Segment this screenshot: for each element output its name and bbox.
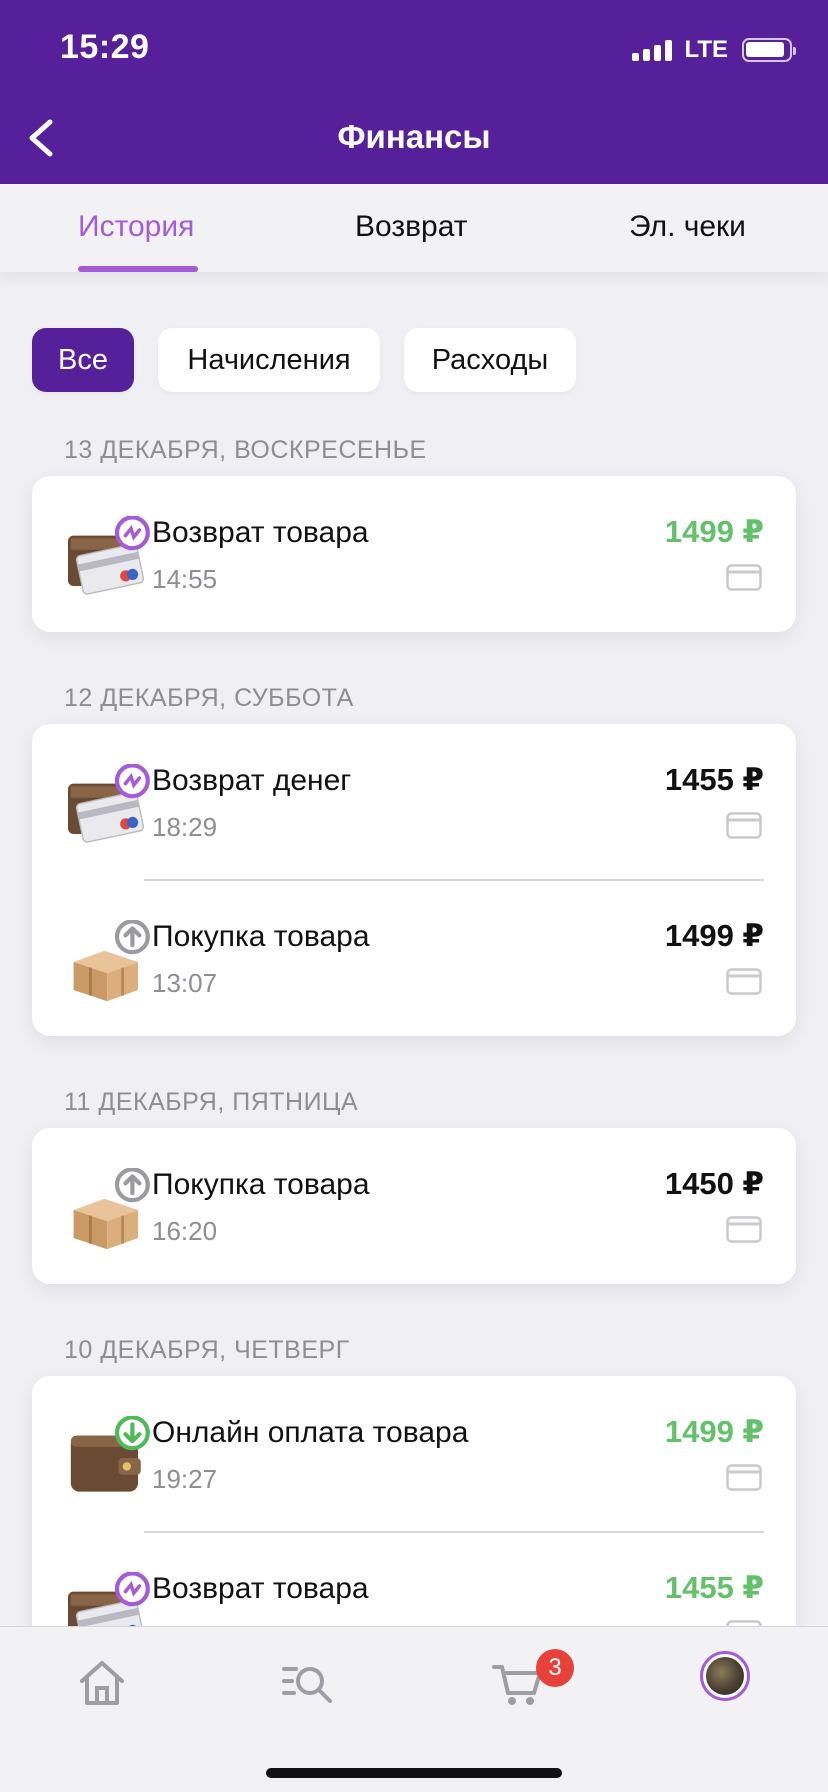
filter-all-chip[interactable]: Все xyxy=(32,328,134,392)
home-indicator xyxy=(266,1768,562,1778)
app-header: 15:29 LTE Финансы xyxy=(0,0,828,184)
signal-icon xyxy=(632,39,673,61)
transaction-time: 13:07 xyxy=(152,968,218,998)
purchase-box-icon xyxy=(68,920,152,1004)
tab-returns[interactable]: Возврат xyxy=(355,210,468,244)
date-header: 11 ДЕКАБРЯ, ПЯТНИЦА xyxy=(64,1088,359,1116)
payment-card-icon xyxy=(726,812,762,839)
tab-history[interactable]: История xyxy=(78,210,194,244)
transaction-time: 19:27 xyxy=(152,1464,218,1494)
wallet-icon xyxy=(68,1416,152,1500)
cart-badge: 3 xyxy=(536,1649,574,1687)
transaction-time: 16:20 xyxy=(152,1216,218,1246)
transaction-name: Возврат товара xyxy=(152,1572,369,1605)
purchase-box-icon xyxy=(68,1168,152,1252)
transaction-amount: 1499 ₽ xyxy=(664,1414,764,1449)
transaction-name: Возврат товара xyxy=(152,516,369,549)
page-title: Финансы xyxy=(337,118,491,155)
catalog-search-icon[interactable] xyxy=(280,1655,336,1711)
status-time: 15:29 xyxy=(60,28,150,66)
payment-card-icon xyxy=(726,564,762,591)
tab-receipts[interactable]: Эл. чеки xyxy=(629,210,746,244)
transaction-amount: 1499 ₽ xyxy=(664,514,764,549)
tab-bar: История Возврат Эл. чеки xyxy=(0,184,828,272)
date-header: 12 ДЕКАБРЯ, СУББОТА xyxy=(64,684,354,712)
avatar[interactable] xyxy=(700,1651,750,1701)
transaction-time: 14:55 xyxy=(152,564,218,594)
transaction-amount: 1455 ₽ xyxy=(664,1570,764,1605)
transaction-amount: 1499 ₽ xyxy=(664,918,764,953)
transaction-name: Онлайн оплата товара xyxy=(152,1416,469,1449)
status-indicators: LTE xyxy=(632,36,796,64)
active-tab-indicator xyxy=(78,266,198,272)
transaction-card: Возврат товара 14:55 1499 ₽ xyxy=(32,476,796,632)
payment-card-icon xyxy=(726,1464,762,1491)
date-header: 13 ДЕКАБРЯ, ВОСКРЕСЕНЬЕ xyxy=(64,436,427,464)
date-header: 10 ДЕКАБРЯ, ЧЕТВЕРГ xyxy=(64,1336,350,1364)
transaction-name: Возврат денег xyxy=(152,764,352,797)
network-label: LTE xyxy=(684,36,728,63)
filter-expenses-chip[interactable]: Расходы xyxy=(404,328,576,392)
transaction-name: Покупка товара xyxy=(152,920,370,953)
transaction-card: Возврат денег 18:29 1455 ₽ Покупка товар… xyxy=(32,724,796,1036)
transaction-time: 18:29 xyxy=(152,812,218,842)
payment-card-icon xyxy=(726,1216,762,1243)
transaction-name: Покупка товара xyxy=(152,1168,370,1201)
transaction-row[interactable]: Возврат денег 18:29 1455 ₽ xyxy=(32,724,796,880)
avatar-image xyxy=(706,1657,744,1695)
home-icon[interactable] xyxy=(74,1655,130,1711)
payment-card-icon xyxy=(726,968,762,995)
battery-icon xyxy=(742,38,796,62)
transaction-row[interactable]: Покупка товара 16:20 1450 ₽ xyxy=(32,1128,796,1284)
filter-income-chip[interactable]: Начисления xyxy=(158,328,380,392)
transaction-amount: 1450 ₽ xyxy=(664,1166,764,1201)
transaction-amount: 1455 ₽ xyxy=(664,762,764,797)
transaction-card: Покупка товара 16:20 1450 ₽ xyxy=(32,1128,796,1284)
transaction-row[interactable]: Возврат товара 14:55 1499 ₽ xyxy=(32,476,796,632)
refund-card-icon xyxy=(68,516,152,600)
refund-card-icon xyxy=(68,764,152,848)
transaction-row[interactable]: Покупка товара 13:07 1499 ₽ xyxy=(32,880,796,1036)
transaction-row[interactable]: Онлайн оплата товара 19:27 1499 ₽ xyxy=(32,1376,796,1532)
